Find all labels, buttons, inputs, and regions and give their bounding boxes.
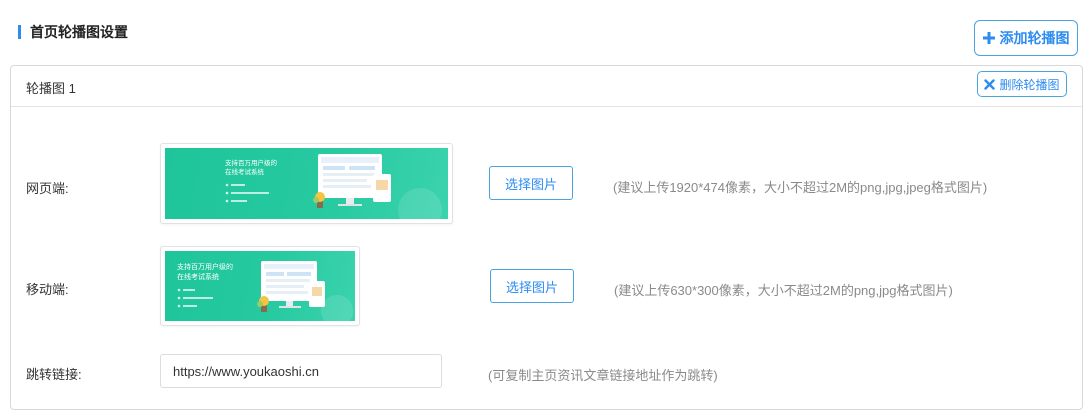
close-icon [984,78,996,90]
mobile-banner-preview: 支持百万用户级的 在线考试系统 [160,246,360,326]
delete-carousel-label: 删除轮播图 [999,77,1060,92]
card-header: 轮播图 1 删除轮播图 [11,66,1082,107]
mobile-banner-art: 支持百万用户级的 在线考试系统 [177,261,353,321]
mobile-label: 移动端: [26,282,69,297]
svg-text:在线考试系统: 在线考试系统 [225,167,265,176]
web-label: 网页端: [26,181,69,196]
page-title: 首页轮播图设置 [30,24,128,40]
web-upload-hint: (建议上传1920*474像素，大小不超过2M的png,jpg,jpeg格式图片… [613,180,988,195]
page-header: 首页轮播图设置 [18,22,128,42]
add-carousel-label: 添加轮播图 [999,30,1070,46]
mobile-banner-headline: 支持百万用户级的 [177,262,233,271]
card-title: 轮播图 1 [26,81,76,96]
web-banner-preview: 支持百万用户级的 在线考试系统 [160,143,453,224]
title-accent-bar [18,25,21,39]
web-banner-art: 支持百万用户级的 在线考试系统 [225,154,442,219]
mobile-banner-image: 支持百万用户级的 在线考试系统 [165,251,355,321]
delete-carousel-button[interactable]: 删除轮播图 [977,71,1067,97]
plus-icon [982,32,995,44]
jump-link-input[interactable] [160,354,442,388]
mobile-upload-hint: (建议上传630*300像素，大小不超过2M的png,jpg格式图片) [614,283,953,298]
web-banner-headline: 支持百万用户级的 [225,158,278,167]
web-banner-image: 支持百万用户级的 在线考试系统 [165,148,448,219]
mobile-select-image-button[interactable]: 选择图片 [490,269,574,303]
link-hint: (可复制主页资讯文章链接地址作为跳转) [488,368,718,383]
add-carousel-button[interactable]: 添加轮播图 [974,20,1078,56]
svg-text:在线考试系统: 在线考试系统 [177,272,219,281]
link-label: 跳转链接: [26,367,82,382]
web-select-image-button[interactable]: 选择图片 [489,166,573,200]
